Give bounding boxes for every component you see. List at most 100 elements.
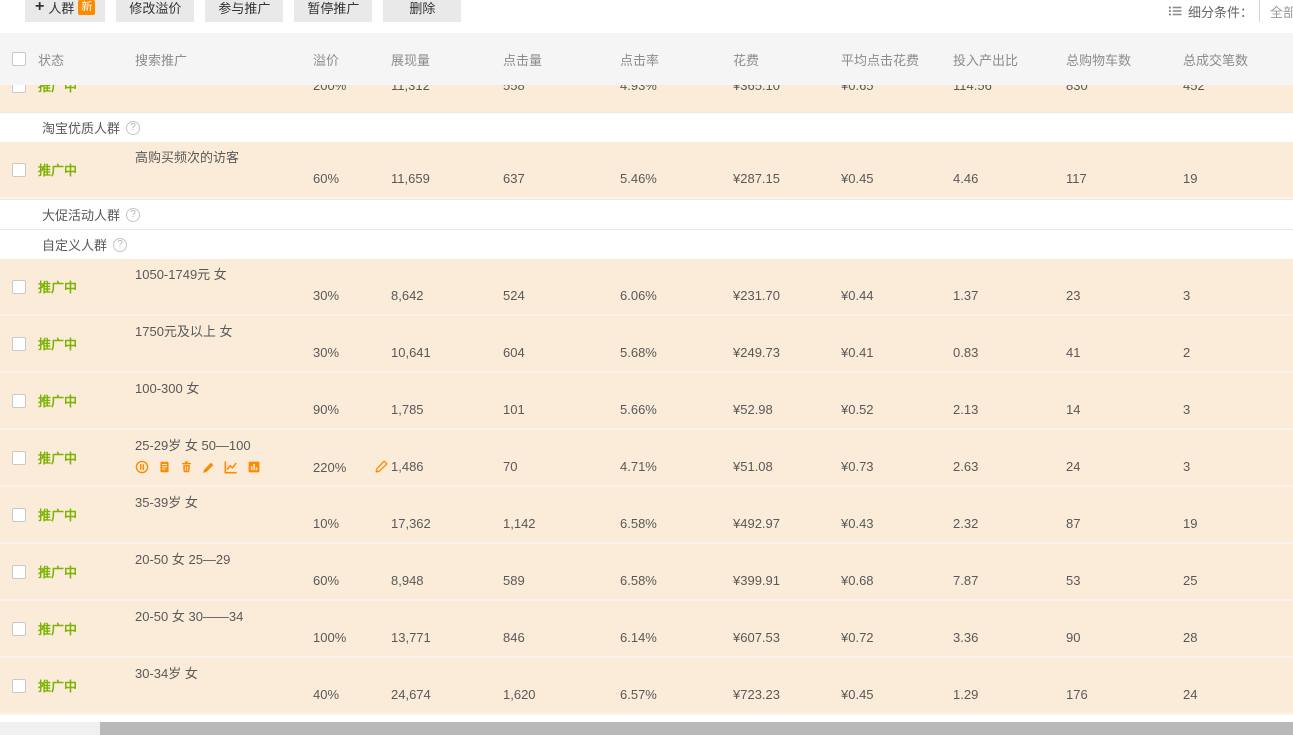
toolbar-button[interactable]: 参与推广 (205, 0, 283, 22)
clicks-cell: 70 (503, 430, 620, 485)
pause-icon[interactable] (135, 460, 149, 474)
avg-cpc-cell: ¥0.45 (841, 658, 953, 713)
row-checkbox[interactable] (12, 163, 26, 177)
premium-cell: 10% (313, 487, 391, 542)
avg-cpc-cell: ¥0.65 (841, 85, 953, 99)
audience-group-label: 淘宝优质人群 (42, 118, 120, 137)
toolbar-button[interactable]: 修改溢价 (116, 0, 194, 22)
premium-cell: 60% (313, 544, 391, 599)
column-header: 总购物车数 (1066, 50, 1183, 69)
edit-icon[interactable] (202, 461, 215, 474)
carts-cell: 117 (1066, 142, 1183, 197)
row-checkbox[interactable] (12, 394, 26, 408)
row-checkbox[interactable] (12, 622, 26, 636)
impressions-cell: 1,785 (391, 373, 503, 428)
table-row: 推广中 200% 11,312 558 4.93% ¥365.10 ¥0.65 … (0, 85, 1293, 112)
delete-icon[interactable] (180, 460, 193, 474)
memo-icon[interactable] (158, 460, 171, 474)
cost-cell: ¥492.97 (733, 487, 841, 542)
avg-cpc-cell: ¥0.72 (841, 601, 953, 656)
premium-cell: 60% (313, 142, 391, 197)
row-checkbox[interactable] (12, 280, 26, 294)
status-badge: 推广中 (38, 505, 77, 524)
toolbar-button-label: 人群 (48, 0, 74, 17)
premium-cell: 200% (313, 85, 391, 99)
audience-name: 1750元及以上 女 (135, 324, 313, 340)
impressions-cell: 13,771 (391, 601, 503, 656)
premium-cell: 220% (313, 430, 391, 485)
carts-cell: 23 (1066, 259, 1183, 314)
row-checkbox[interactable] (12, 85, 26, 93)
ctr-cell: 6.58% (620, 544, 733, 599)
horizontal-scrollbar[interactable] (0, 722, 1293, 735)
ctr-cell: 6.58% (620, 487, 733, 542)
status-badge: 推广中 (38, 277, 77, 296)
ctr-cell: 6.14% (620, 601, 733, 656)
ctr-cell: 5.66% (620, 373, 733, 428)
orders-cell: 25 (1183, 544, 1293, 599)
clicks-cell: 101 (503, 373, 620, 428)
scrollbar-thumb[interactable] (100, 722, 1293, 735)
impressions-cell: 11,659 (391, 142, 503, 197)
row-checkbox[interactable] (12, 337, 26, 351)
roi-cell: 0.83 (953, 316, 1066, 371)
toolbar-button[interactable]: + 人群 新 (25, 0, 105, 22)
roi-cell: 3.36 (953, 601, 1066, 656)
toolbar-buttons: + 人群 新 修改溢价 参与推广 暂停推广 删除 (0, 0, 1293, 22)
row-checkbox[interactable] (12, 679, 26, 693)
help-icon[interactable]: ? (126, 121, 140, 135)
clicks-cell: 589 (503, 544, 620, 599)
clicks-cell: 637 (503, 142, 620, 197)
select-all-checkbox[interactable] (12, 52, 26, 66)
trend-chart-icon[interactable] (224, 460, 238, 474)
status-badge: 推广中 (38, 562, 77, 581)
audience-name: 100-300 女 (135, 381, 313, 397)
carts-cell: 14 (1066, 373, 1183, 428)
cost-cell: ¥365.10 (733, 85, 841, 99)
carts-cell: 41 (1066, 316, 1183, 371)
orders-cell: 3 (1183, 430, 1293, 485)
new-badge: 新 (78, 0, 95, 15)
help-icon[interactable]: ? (113, 238, 127, 252)
orders-cell: 3 (1183, 259, 1293, 314)
toolbar-button-label: 参与推广 (218, 0, 270, 17)
column-header: 点击量 (503, 50, 620, 69)
table-row: 推广中 35-39岁 女 10% 17,362 1,142 6.58% ¥492… (0, 487, 1293, 544)
audience-name: 20-50 女 25—29 (135, 552, 313, 568)
column-header: 溢价 (313, 50, 391, 69)
audience-group-header: 自定义人群 ? (0, 229, 1293, 259)
roi-cell: 1.29 (953, 658, 1066, 713)
segment-filter-select[interactable]: 全部 (1259, 0, 1293, 22)
row-checkbox[interactable] (12, 508, 26, 522)
segment-filter-value: 全部 (1270, 2, 1293, 21)
row-checkbox[interactable] (12, 565, 26, 579)
status-badge: 推广中 (38, 619, 77, 638)
toolbar-button[interactable]: 暂停推广 (294, 0, 372, 22)
avg-cpc-cell: ¥0.44 (841, 259, 953, 314)
row-checkbox[interactable] (12, 451, 26, 465)
carts-cell: 90 (1066, 601, 1183, 656)
carts-cell: 87 (1066, 487, 1183, 542)
header-checkbox-cell (0, 52, 38, 66)
status-badge: 推广中 (38, 85, 77, 95)
help-icon[interactable]: ? (126, 208, 140, 222)
impressions-cell: 8,642 (391, 259, 503, 314)
roi-cell: 2.63 (953, 430, 1066, 485)
audience-name: 1050-1749元 女 (135, 267, 313, 283)
impressions-cell: 10,641 (391, 316, 503, 371)
orders-cell: 24 (1183, 658, 1293, 713)
carts-cell: 53 (1066, 544, 1183, 599)
ctr-cell: 5.68% (620, 316, 733, 371)
table-body: 推广中 200% 11,312 558 4.93% ¥365.10 ¥0.65 … (0, 85, 1293, 715)
roi-cell: 7.87 (953, 544, 1066, 599)
audience-group-label: 大促活动人群 (42, 205, 120, 224)
column-header: 总成交笔数 (1183, 50, 1293, 69)
report-icon[interactable] (247, 460, 261, 474)
cost-cell: ¥249.73 (733, 316, 841, 371)
cost-cell: ¥723.23 (733, 658, 841, 713)
edit-premium-icon[interactable] (374, 459, 389, 474)
toolbar-button[interactable]: 删除 (383, 0, 461, 22)
audience-group-label: 自定义人群 (42, 235, 107, 254)
toolbar-button-label: 暂停推广 (307, 0, 359, 17)
impressions-cell: 11,312 (391, 85, 503, 99)
